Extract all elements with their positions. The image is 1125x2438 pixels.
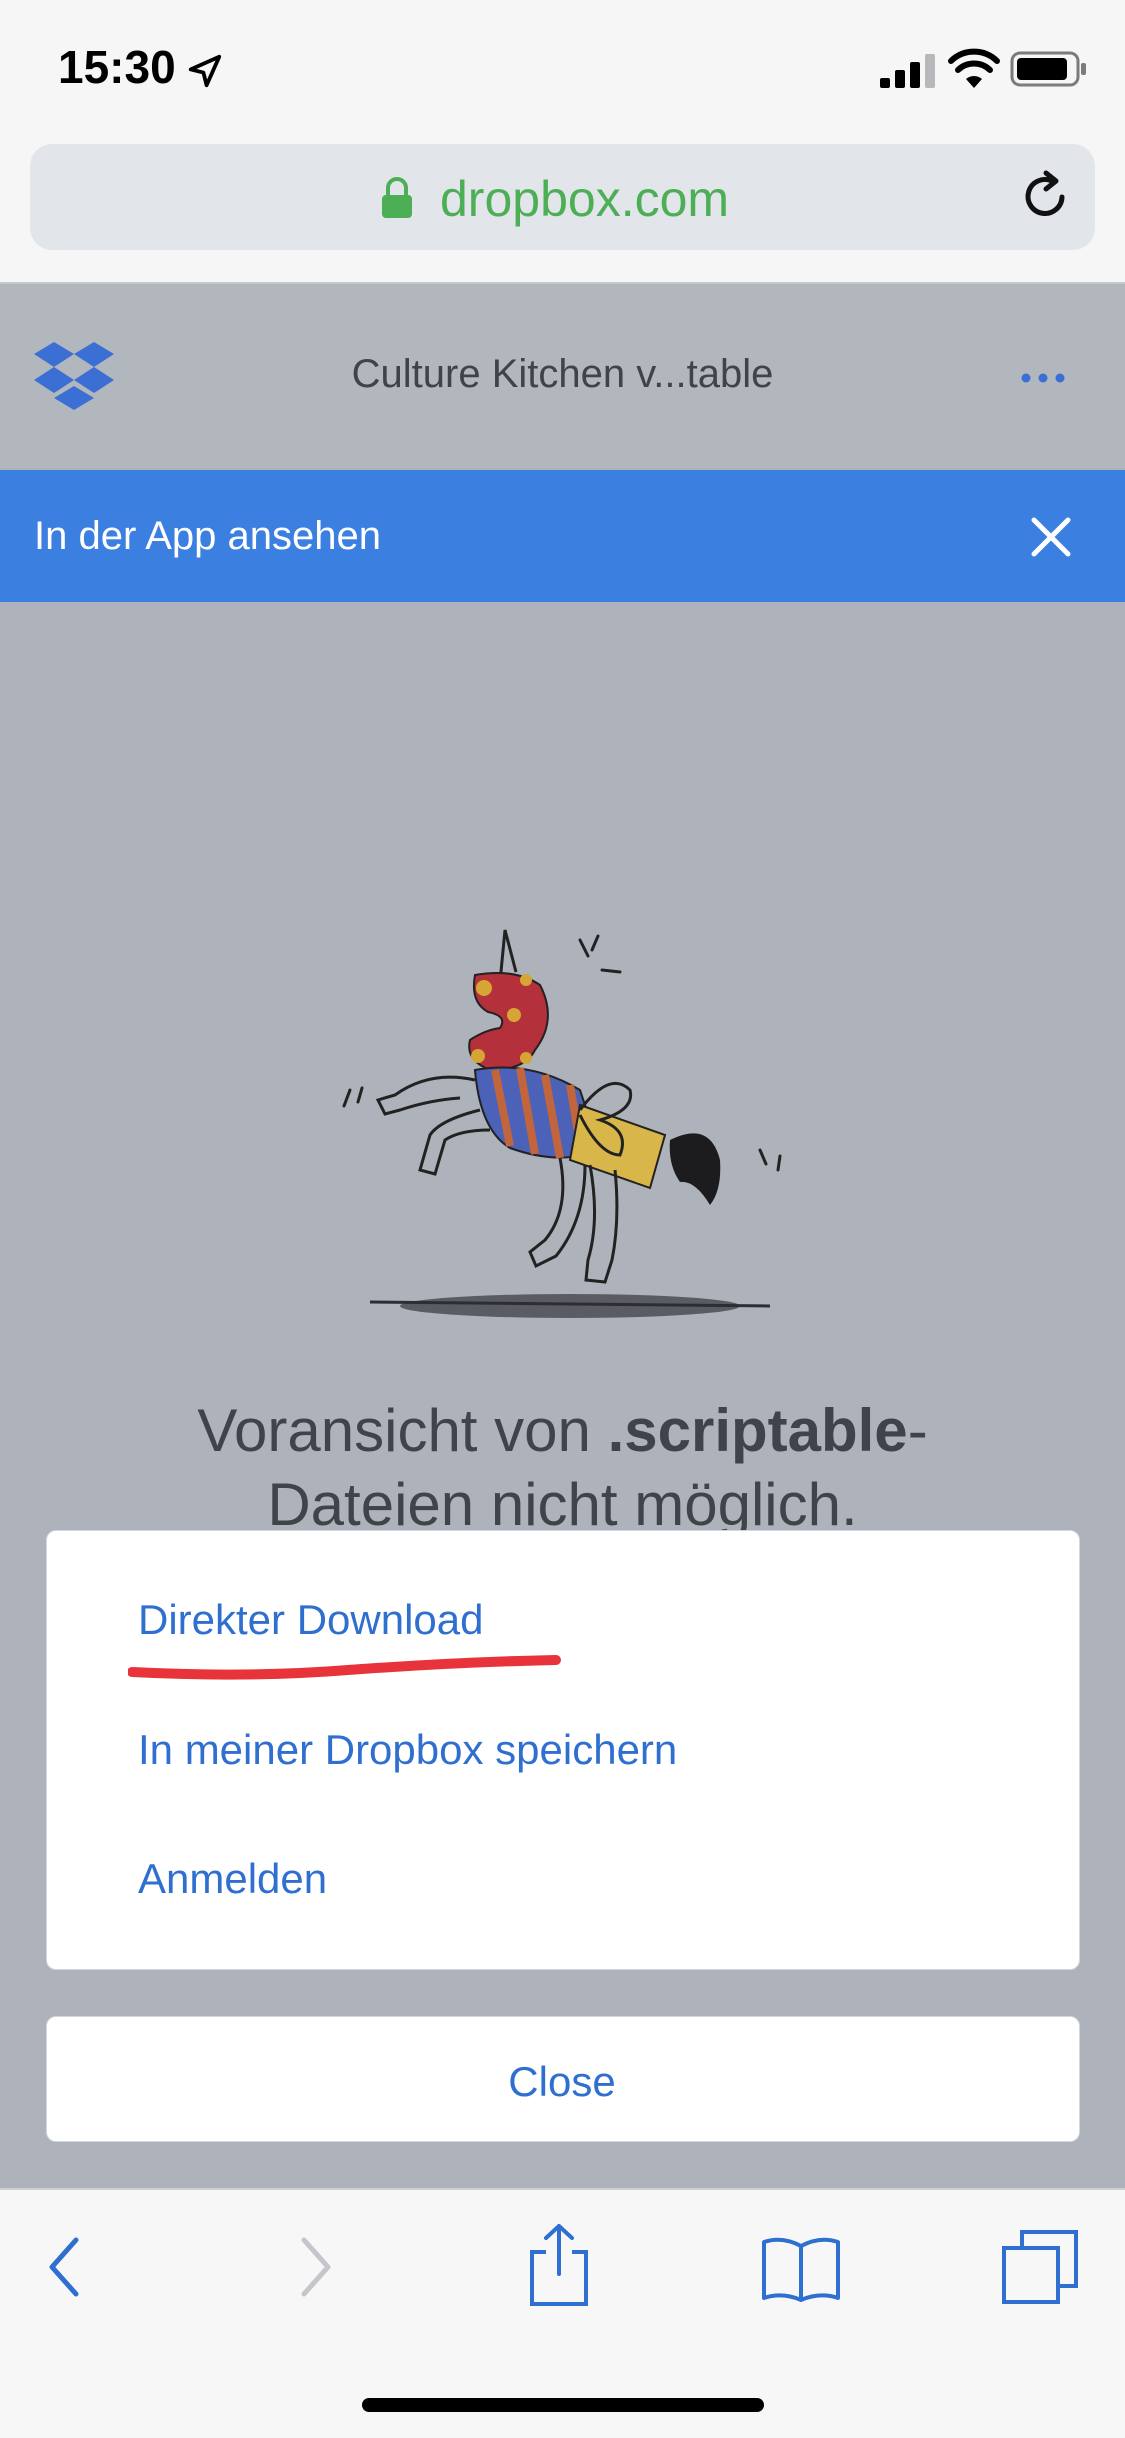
preview-message-suffix: - (907, 1397, 928, 1464)
preview-message-extension: .scriptable (607, 1397, 908, 1464)
bookmarks-icon[interactable] (760, 2236, 842, 2302)
file-title: Culture Kitchen v...table (351, 352, 774, 396)
banner-label[interactable]: In der App ansehen (34, 514, 381, 559)
home-indicator (362, 2398, 764, 2412)
direct-download-option[interactable]: Direkter Download (138, 1596, 483, 1644)
reload-icon[interactable] (1018, 170, 1072, 224)
preview-message-prefix: Voransicht von (197, 1397, 608, 1464)
close-button-label[interactable]: Close (46, 2058, 1078, 2106)
more-icon[interactable] (1020, 372, 1066, 384)
close-icon[interactable] (1030, 516, 1072, 558)
signal-icon (880, 54, 935, 88)
sign-in-option[interactable]: Anmelden (138, 1855, 327, 1903)
preview-unavailable-message: Voransicht von .scriptable- Dateien nich… (60, 1394, 1065, 1542)
forward-icon[interactable] (296, 2234, 336, 2300)
share-icon[interactable] (526, 2222, 592, 2308)
location-arrow-icon (188, 54, 222, 88)
status-time: 15:30 (58, 41, 176, 93)
red-annotation-underline (128, 1655, 561, 1680)
lock-icon (382, 177, 412, 218)
battery-icon (1010, 51, 1086, 87)
tabs-icon[interactable] (1000, 2228, 1080, 2306)
back-icon[interactable] (44, 2234, 84, 2300)
wifi-icon (948, 48, 1000, 88)
url-text[interactable]: dropbox.com (440, 170, 729, 228)
unicorn-illustration (342, 929, 782, 1318)
save-to-dropbox-option[interactable]: In meiner Dropbox speichern (138, 1726, 677, 1774)
preview-message-line2: Dateien nicht möglich. (267, 1471, 858, 1538)
